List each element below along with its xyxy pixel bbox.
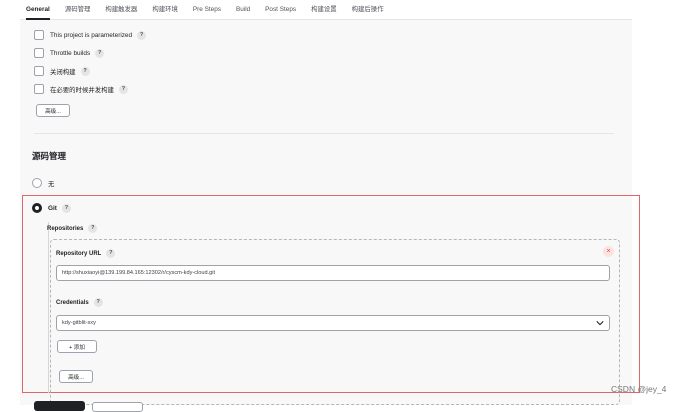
tab-post-steps[interactable]: Post Steps	[265, 0, 296, 20]
scm-git-option: Git ?	[32, 203, 71, 213]
scm-none-option: 无	[32, 178, 54, 188]
help-icon[interactable]: ?	[106, 249, 116, 258]
tab-bar: General 源码管理 构建触发器 构建环境 Pre Steps Build …	[20, 0, 632, 20]
help-icon[interactable]: ?	[88, 224, 98, 233]
throttle-builds-checkbox[interactable]	[34, 48, 44, 58]
concurrent-build-label: 在必要的时候并发构建	[50, 86, 114, 94]
help-icon[interactable]: ?	[95, 48, 105, 58]
save-button[interactable]	[34, 401, 85, 411]
chevron-down-icon	[596, 321, 604, 326]
add-credentials-button[interactable]: + 添加	[57, 340, 97, 353]
parameterized-checkbox[interactable]	[34, 30, 44, 40]
main-panel: General 源码管理 构建触发器 构建环境 Pre Steps Build …	[20, 0, 640, 412]
tab-general[interactable]: General	[26, 0, 50, 20]
option-disable-build: 关闭构建 ?	[34, 66, 90, 76]
scm-section-title: 源码管理	[32, 151, 67, 161]
help-icon[interactable]: ?	[118, 84, 128, 94]
credentials-select[interactable]: kdy-gitblit-sxy	[56, 315, 610, 331]
credentials-label-row: Credentials ?	[56, 298, 103, 307]
scm-advanced-button[interactable]: 高级...	[59, 370, 93, 383]
tab-scm[interactable]: 源码管理	[65, 0, 91, 20]
disable-build-checkbox[interactable]	[34, 66, 44, 76]
parameterized-label: This project is parameterized	[50, 31, 133, 39]
concurrent-build-checkbox[interactable]	[34, 84, 44, 94]
repositories-label-row: Repositories ?	[47, 224, 98, 233]
throttle-builds-label: Throttle builds	[50, 49, 91, 57]
option-parameterized: This project is parameterized ?	[34, 30, 147, 40]
tab-build-environment[interactable]: 构建环境	[152, 0, 178, 20]
watermark: CSDN @jey_4	[611, 384, 667, 394]
tab-build[interactable]: Build	[236, 0, 250, 20]
scm-none-radio[interactable]	[32, 178, 42, 188]
help-icon[interactable]: ?	[93, 298, 103, 307]
tab-build-triggers[interactable]: 构建触发器	[105, 0, 137, 20]
help-icon[interactable]: ?	[80, 66, 90, 76]
help-icon[interactable]: ?	[137, 30, 147, 40]
scm-git-label: Git	[48, 204, 57, 212]
repository-url-label: Repository URL	[56, 250, 102, 257]
remove-repository-icon[interactable]: ×	[603, 246, 614, 257]
apply-button[interactable]	[92, 402, 143, 412]
option-concurrent-build: 在必要的时候并发构建 ?	[34, 84, 128, 94]
credentials-label: Credentials	[56, 299, 89, 306]
nesting-guide-line	[48, 222, 49, 393]
repository-url-input[interactable]: http://shuxiaoyi@139.199.84.165:12302/r/…	[56, 265, 610, 281]
scm-git-radio[interactable]	[32, 203, 42, 213]
section-divider	[34, 133, 614, 134]
disable-build-label: 关闭构建	[50, 68, 76, 76]
tab-build-settings[interactable]: 构建设置	[311, 0, 337, 20]
repository-url-label-row: Repository URL ?	[56, 249, 116, 258]
scm-none-label: 无	[48, 180, 55, 188]
help-icon[interactable]: ?	[61, 203, 71, 213]
option-throttle-builds: Throttle builds ?	[34, 48, 105, 58]
credentials-value: kdy-gitblit-sxy	[62, 320, 96, 326]
general-advanced-button[interactable]: 高级...	[36, 104, 70, 117]
tab-post-build-actions[interactable]: 构建后操作	[352, 0, 384, 20]
repositories-label: Repositories	[47, 225, 84, 232]
tab-pre-steps[interactable]: Pre Steps	[193, 0, 221, 20]
